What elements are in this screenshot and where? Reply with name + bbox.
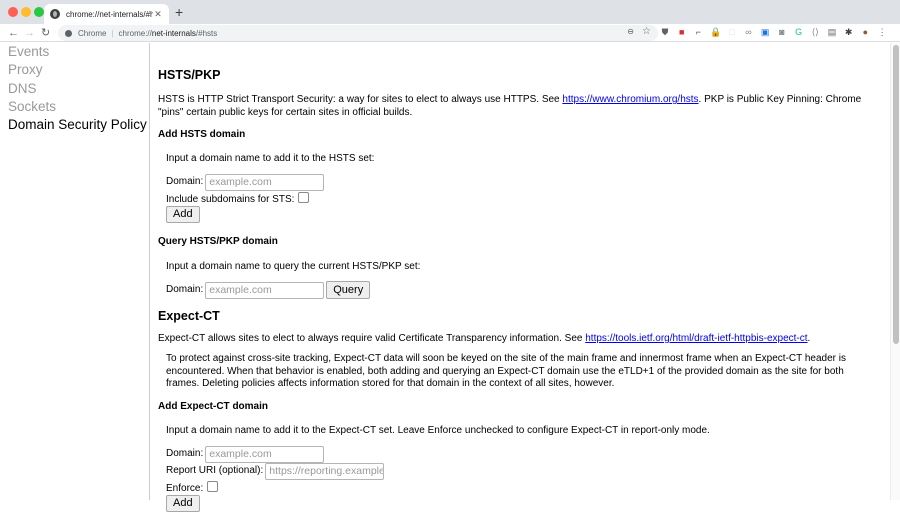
tab-strip: chrome://net-internals/#hsts ✕ + <box>0 0 900 24</box>
hsts-desc-text: HSTS is HTTP Strict Transport Security: … <box>158 94 563 105</box>
expect-ct-notice: To protect against cross-site tracking, … <box>166 353 846 389</box>
include-subdomains-checkbox[interactable] <box>298 192 310 203</box>
hsts-domain-input[interactable]: example.com <box>205 174 325 191</box>
site-label: Chrome <box>78 28 107 38</box>
sidebar-item-dns[interactable]: DNS <box>0 80 149 98</box>
enforce-checkbox[interactable] <box>207 481 219 492</box>
hsts-domain-label: Domain: <box>166 176 204 188</box>
minimize-window-button[interactable] <box>21 7 31 17</box>
add-expect-ct-heading: Add Expect-CT domain <box>158 401 269 412</box>
link-extension-icon[interactable]: ∞ <box>744 27 754 38</box>
include-subdomains-label: Include subdomains for STS: <box>166 194 295 205</box>
query-button[interactable]: Query <box>326 281 371 299</box>
hsts-title: HSTS/PKP <box>158 68 221 82</box>
forward-button[interactable]: → <box>24 25 35 41</box>
sidebar-item-proxy[interactable]: Proxy <box>0 61 149 79</box>
grammarly-extension-icon[interactable]: G <box>794 27 804 38</box>
close-window-button[interactable] <box>8 7 18 17</box>
lock-extension-icon[interactable]: 🔒 <box>710 27 721 38</box>
vertical-scrollbar[interactable] <box>890 43 900 500</box>
menu-kebab-icon[interactable]: ⋮ <box>877 27 887 38</box>
shield-extension-icon[interactable]: ⛊ <box>660 27 670 38</box>
expect-ct-link[interactable]: https://tools.ietf.org/html/draft-ietf-h… <box>585 333 807 344</box>
hsts-description: HSTS is HTTP Strict Transport Security: … <box>158 94 878 119</box>
red-badge-extension-icon[interactable]: ■ <box>677 27 687 38</box>
tab-net-internals[interactable]: chrome://net-internals/#hsts ✕ <box>44 4 169 24</box>
code-extension-icon[interactable]: ⟨⟩ <box>810 27 820 38</box>
close-tab-icon[interactable]: ✕ <box>153 9 163 20</box>
address-bar[interactable]: Chrome | chrome://net-internals/#hsts ⊖ … <box>58 25 658 41</box>
expect-ct-title: Expect-CT <box>158 309 220 323</box>
hsts-link[interactable]: https://www.chromium.org/hsts <box>562 94 698 105</box>
expect-ct-desc-after: . <box>807 333 811 344</box>
query-domain-label: Domain: <box>166 283 204 295</box>
query-hsts-instructions: Input a domain name to query the current… <box>166 261 421 272</box>
add-expect-ct-instructions: Input a domain name to add it to the Exp… <box>166 425 710 436</box>
maximize-window-button[interactable] <box>34 7 44 17</box>
sidebar-item-domain-security-policy[interactable]: Domain Security Policy <box>0 116 149 134</box>
page-content: Events Proxy DNS Sockets Domain Security… <box>0 43 900 512</box>
url-prefix: chrome:// <box>118 28 152 38</box>
blank-extension-icon[interactable]: □ <box>727 27 737 38</box>
query-hsts-heading: Query HSTS/PKP domain <box>158 236 278 247</box>
report-uri-label: Report URI (optional): <box>166 465 264 477</box>
blue-extension-icon[interactable]: ▣ <box>760 27 770 38</box>
document-extension-icon[interactable]: ▤ <box>827 27 837 38</box>
scrollbar-thumb[interactable] <box>893 45 899 344</box>
profile-avatar-icon[interactable]: ● <box>860 27 870 38</box>
expect-ct-domain-label: Domain: <box>166 448 204 460</box>
pin-extension-icon[interactable]: ⌐ <box>693 27 703 38</box>
sidebar: Events Proxy DNS Sockets Domain Security… <box>0 43 150 500</box>
tab-title: chrome://net-internals/#hsts <box>66 9 153 19</box>
site-info-icon[interactable] <box>65 29 72 37</box>
report-uri-input[interactable]: https://reporting.example <box>265 463 385 480</box>
url-text[interactable]: chrome://net-internals/#hsts <box>119 29 218 38</box>
add-hsts-instructions: Input a domain name to add it to the HST… <box>166 153 375 164</box>
sidebar-item-events[interactable]: Events <box>0 43 149 61</box>
expect-ct-description: Expect-CT allows sites to elect to alway… <box>158 333 878 346</box>
url-host: net-internals <box>151 28 196 38</box>
expect-ct-desc-text: Expect-CT allows sites to elect to alway… <box>158 333 586 344</box>
add-hsts-heading: Add HSTS domain <box>158 129 246 140</box>
add-expect-ct-button[interactable]: Add <box>166 495 200 512</box>
omnibox-separator: | <box>111 28 114 38</box>
camera-extension-icon[interactable]: ◙ <box>777 27 787 38</box>
back-button[interactable]: ← <box>8 25 19 41</box>
add-hsts-button[interactable]: Add <box>166 206 200 223</box>
query-domain-input[interactable]: example.com <box>205 281 325 299</box>
globe-icon <box>50 9 60 19</box>
zoom-icon[interactable]: ⊖ <box>627 27 634 36</box>
puzzle-extension-icon[interactable]: ✱ <box>844 27 854 38</box>
url-path: /#hsts <box>195 28 218 38</box>
bookmark-star-icon[interactable]: ☆ <box>642 26 651 37</box>
sidebar-item-sockets[interactable]: Sockets <box>0 98 149 116</box>
reload-button[interactable]: ↻ <box>41 25 50 41</box>
enforce-label: Enforce: <box>166 483 204 494</box>
new-tab-button[interactable]: + <box>175 5 183 19</box>
expect-ct-domain-input[interactable]: example.com <box>205 446 325 463</box>
